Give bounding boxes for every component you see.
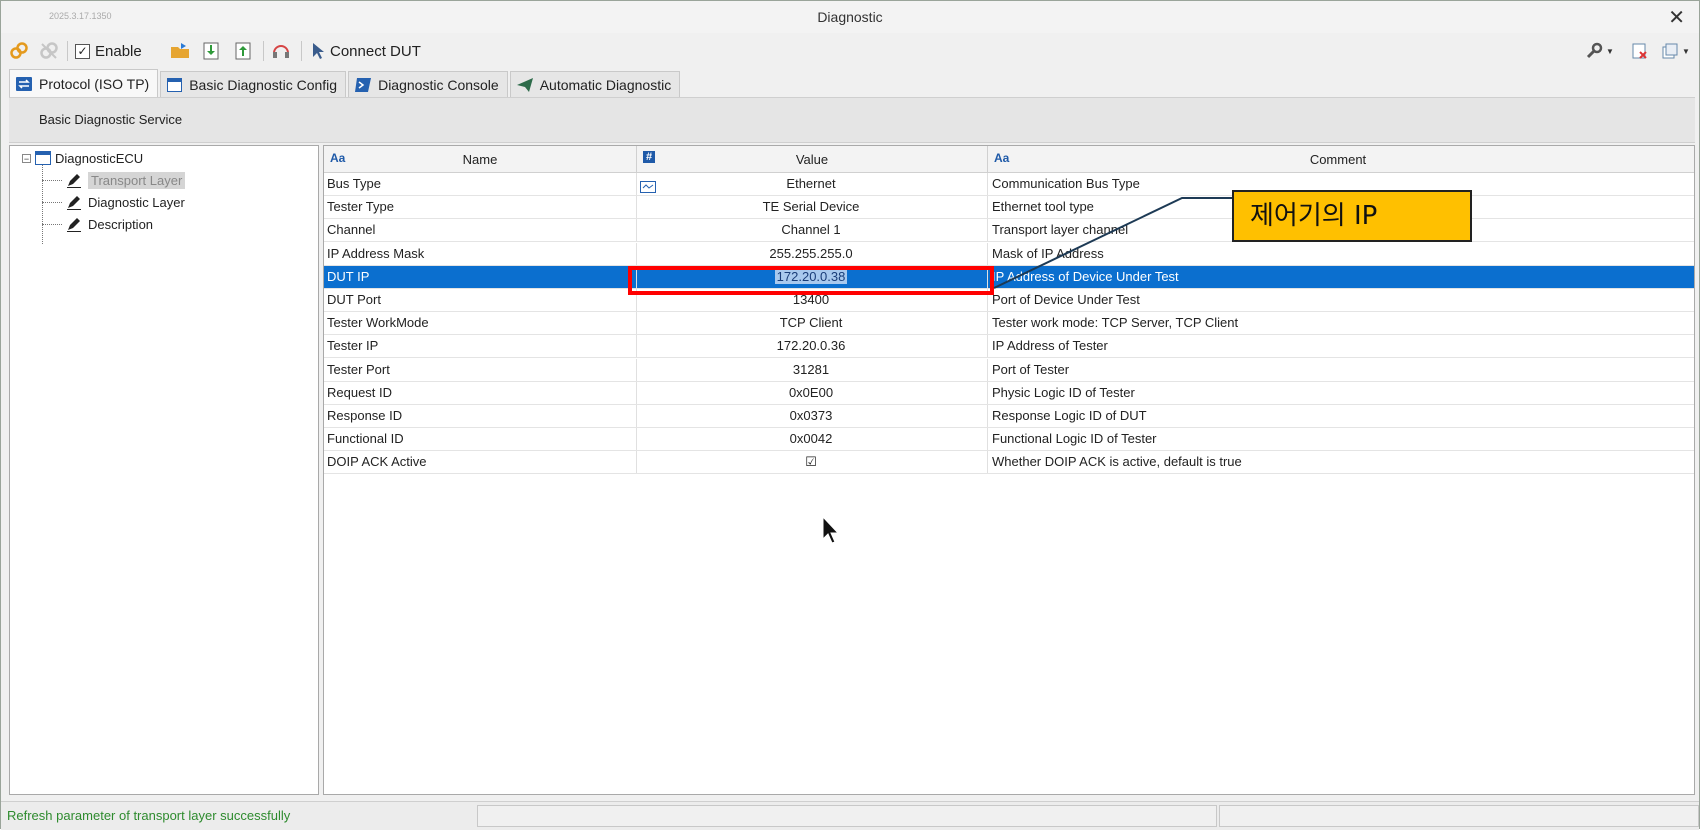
mouse-cursor-icon bbox=[822, 516, 840, 544]
callout-leader-line bbox=[993, 197, 1232, 289]
dut-ip-callout: 제어기의 IP bbox=[1232, 190, 1472, 242]
